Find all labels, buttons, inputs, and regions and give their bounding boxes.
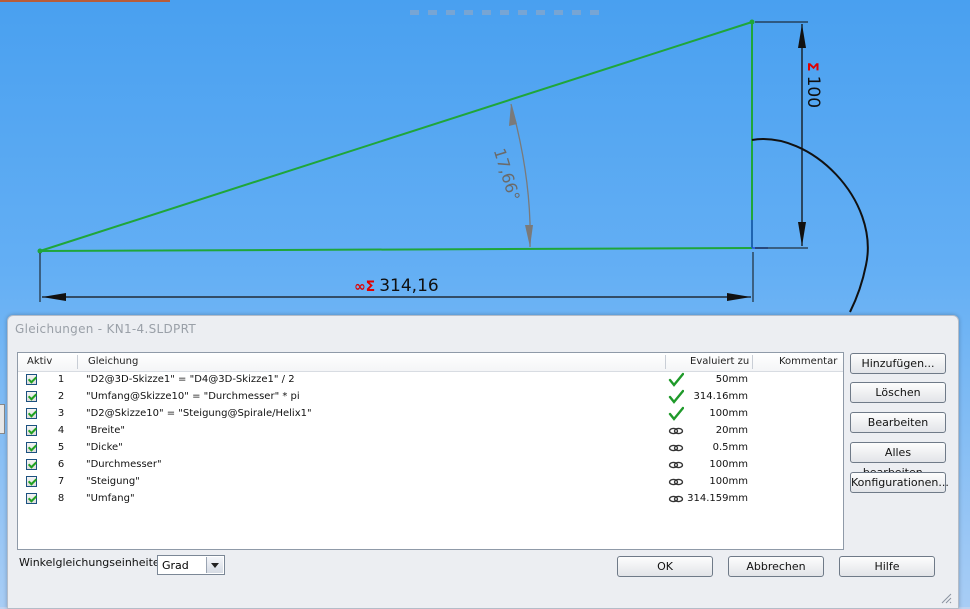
angle-units-value: Grad (162, 559, 189, 572)
table-row[interactable]: 3 "D2@Skizze10" = "Steigung@Spirale/Helix… (18, 406, 843, 423)
angle-units-label: Winkelgleichungseinheiten: (19, 556, 171, 569)
equations-table[interactable]: Aktiv Gleichung Evaluiert zu Kommentar 1… (17, 352, 844, 550)
active-checkbox[interactable] (26, 476, 37, 487)
column-header-comment[interactable]: Kommentar (779, 356, 837, 367)
link-icon (668, 423, 684, 439)
evaluated-value: 100mm (709, 459, 748, 470)
row-number: 8 (57, 493, 65, 504)
active-checkbox[interactable] (26, 408, 37, 419)
active-checkbox[interactable] (26, 391, 37, 402)
table-row[interactable]: 6 "Durchmesser" 100mm (18, 457, 843, 474)
dim-arrow (509, 104, 517, 126)
check-icon (668, 372, 685, 388)
table-row[interactable]: 4 "Breite" 20mm (18, 423, 843, 440)
equation-text[interactable]: "Steigung" (86, 476, 140, 487)
ok-button[interactable]: OK (617, 556, 713, 577)
table-row[interactable]: 8 "Umfang" 314.159mm (18, 491, 843, 508)
equation-text[interactable]: "D2@Skizze10" = "Steigung@Spirale/Helix1… (86, 408, 312, 419)
link-icon (668, 474, 684, 490)
link-icon (668, 491, 684, 507)
active-checkbox[interactable] (26, 459, 37, 470)
chevron-down-icon[interactable] (206, 557, 223, 573)
row-number: 2 (57, 391, 65, 402)
panel-collapse-tab[interactable] (0, 404, 5, 434)
equation-marker-icon: ∞Σ (354, 279, 376, 295)
configurations-button[interactable]: Konfigurationen... (850, 472, 949, 493)
angle-units-select[interactable]: Grad (157, 555, 225, 575)
link-icon (668, 440, 684, 456)
equation-text[interactable]: "Breite" (86, 425, 125, 436)
active-checkbox[interactable] (26, 442, 37, 453)
evaluated-value: 20mm (715, 425, 748, 436)
cancel-button[interactable]: Abbrechen (728, 556, 824, 577)
dimension-bottom[interactable]: ∞Σ 314,16 (354, 276, 439, 296)
row-number: 3 (57, 408, 65, 419)
sketch-point[interactable] (749, 19, 755, 25)
edit-all-button[interactable]: Alles bearbeiten... (850, 442, 946, 479)
sketch-line-base[interactable] (39, 247, 753, 252)
link-icon (668, 457, 684, 473)
row-number: 7 (57, 476, 65, 487)
table-row[interactable]: 5 "Dicke" 0.5mm (18, 440, 843, 457)
edit-button[interactable]: Bearbeiten (850, 412, 946, 433)
resize-grip-icon[interactable] (940, 592, 952, 604)
add-button[interactable]: Hinzufügen... (850, 353, 946, 374)
active-checkbox[interactable] (26, 493, 37, 504)
row-number: 5 (57, 442, 65, 453)
dim-arrow (798, 222, 806, 246)
sketch-arc[interactable] (751, 138, 869, 313)
sketch-point[interactable] (37, 248, 43, 254)
table-header: Aktiv Gleichung Evaluiert zu Kommentar (18, 353, 843, 372)
evaluated-value: 50mm (715, 374, 748, 385)
equation-marker-icon: Σ (804, 62, 820, 72)
evaluated-value: 314.16mm (693, 391, 748, 402)
row-number: 6 (57, 459, 65, 470)
help-button[interactable]: Hilfe (839, 556, 935, 577)
check-icon (668, 406, 685, 422)
evaluated-value: 100mm (709, 408, 748, 419)
delete-button[interactable]: Löschen (850, 382, 946, 403)
equation-text[interactable]: "Dicke" (86, 442, 123, 453)
column-separator[interactable] (665, 355, 666, 369)
row-number: 4 (57, 425, 65, 436)
row-number: 1 (57, 374, 65, 385)
equation-text[interactable]: "Umfang" (86, 493, 135, 504)
sketch-line-hypotenuse[interactable] (39, 21, 753, 252)
column-header-equation[interactable]: Gleichung (88, 356, 138, 367)
dialog-title: Gleichungen - KN1-4.SLDPRT (15, 322, 196, 336)
dim-arrow (798, 24, 806, 48)
active-checkbox[interactable] (26, 425, 37, 436)
equation-text[interactable]: "D2@3D-Skizze1" = "D4@3D-Skizze1" / 2 (86, 374, 295, 385)
dim-arrow (42, 293, 66, 301)
column-separator[interactable] (752, 355, 753, 369)
active-checkbox[interactable] (26, 374, 37, 385)
table-row[interactable]: 1 "D2@3D-Skizze1" = "D4@3D-Skizze1" / 2 50… (18, 372, 843, 389)
evaluated-value: 314.159mm (687, 493, 748, 504)
dim-arrow (525, 225, 533, 247)
evaluated-value: 100mm (709, 476, 748, 487)
equation-text[interactable]: "Durchmesser" (86, 459, 162, 470)
check-icon (668, 389, 685, 405)
column-header-active[interactable]: Aktiv (27, 356, 52, 367)
table-row[interactable]: 2 "Umfang@Skizze10" = "Durchmesser" * pi 3… (18, 389, 843, 406)
dimension-value: 314,16 (379, 276, 439, 296)
dim-arrow (727, 293, 751, 301)
equation-text[interactable]: "Umfang@Skizze10" = "Durchmesser" * pi (86, 391, 300, 402)
column-separator[interactable] (77, 355, 78, 369)
column-header-evaluated[interactable]: Evaluiert zu (690, 356, 749, 367)
dimension-value: 100 (803, 75, 823, 109)
table-row[interactable]: 7 "Steigung" 100mm (18, 474, 843, 491)
equations-dialog: Gleichungen - KN1-4.SLDPRT Aktiv Gleichu… (7, 315, 959, 609)
dimension-right[interactable]: Σ 100 (803, 62, 823, 108)
evaluated-value: 0.5mm (712, 442, 748, 453)
